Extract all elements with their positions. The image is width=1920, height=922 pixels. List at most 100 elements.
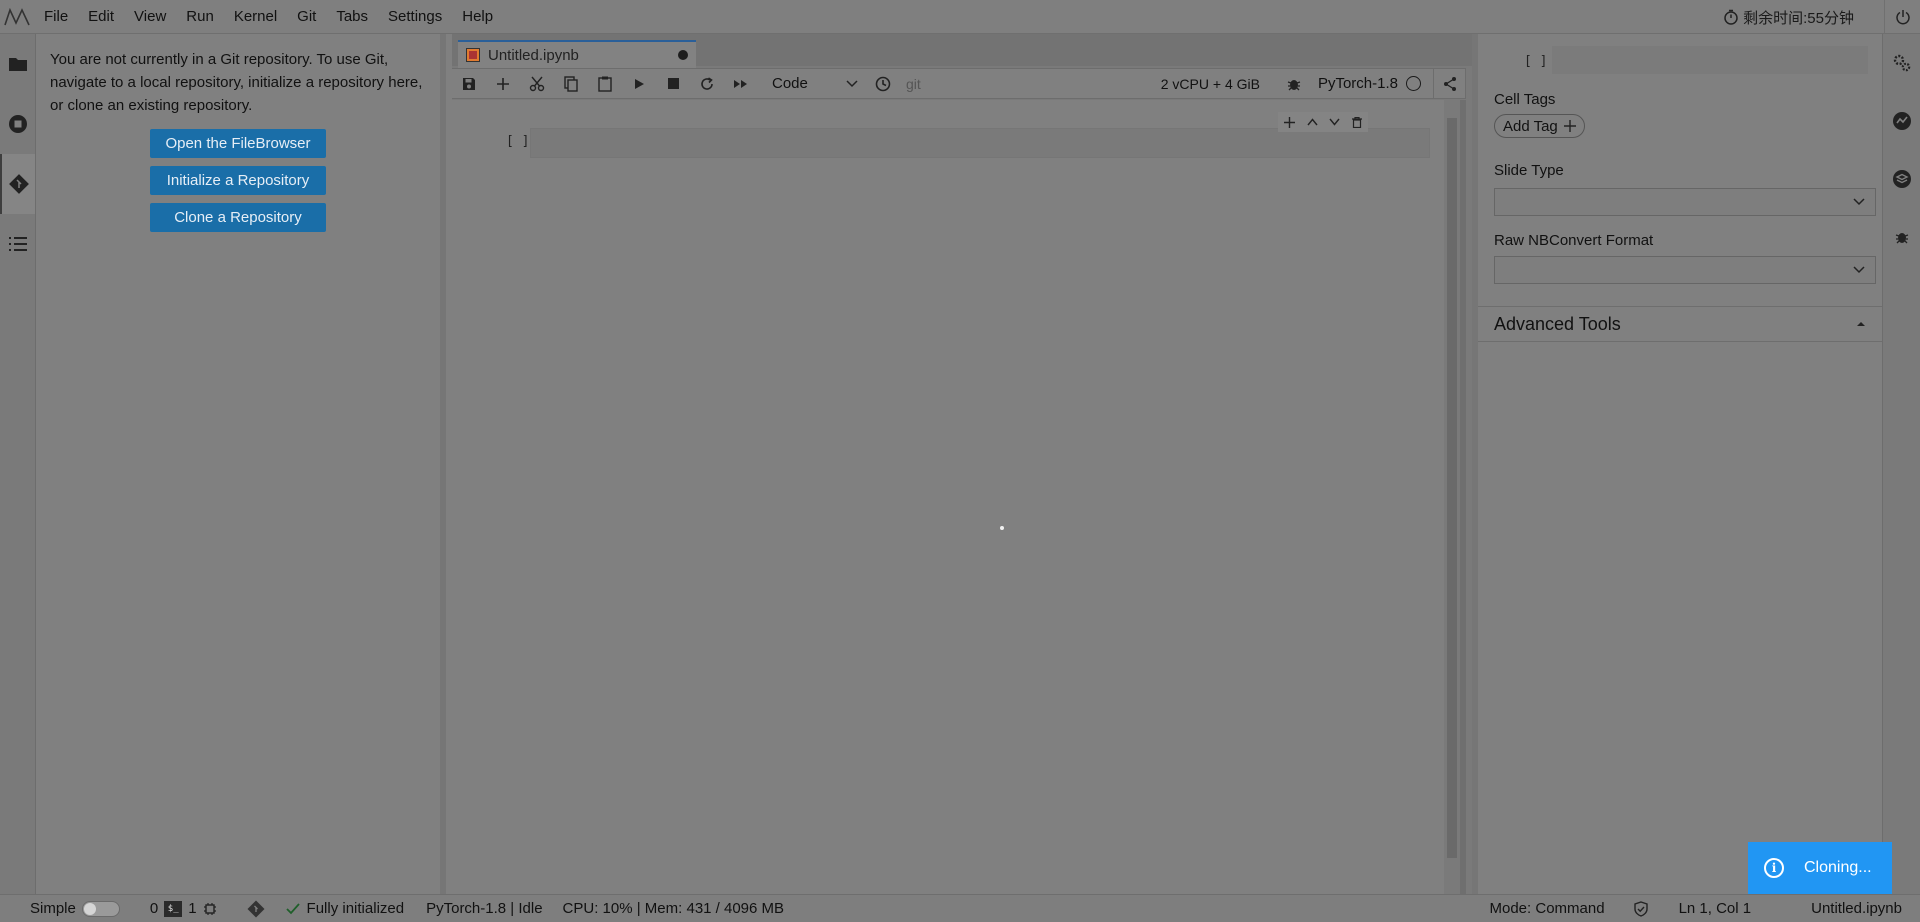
share-button[interactable] bbox=[1433, 68, 1465, 99]
info-icon: i bbox=[1764, 858, 1784, 878]
menu-kernel[interactable]: Kernel bbox=[224, 0, 287, 34]
slide-type-select[interactable] bbox=[1494, 188, 1876, 216]
statusbar: Simple 0 $_ 1 Fully initialized PyTorch-… bbox=[0, 894, 1920, 922]
layers-icon bbox=[1892, 169, 1912, 189]
power-icon bbox=[1895, 9, 1911, 25]
cut-button[interactable] bbox=[520, 68, 554, 99]
git-diff-label[interactable]: git bbox=[900, 76, 921, 92]
resource-spec: 2 vCPU + 4 GiB bbox=[1160, 75, 1260, 92]
menubar: File Edit View Run Kernel Git Tabs Setti… bbox=[0, 0, 1920, 34]
open-filebrowser-button[interactable]: Open the FileBrowser bbox=[150, 129, 326, 158]
bug-icon bbox=[1894, 229, 1910, 245]
kernel-name[interactable]: PyTorch-1.8 bbox=[1318, 75, 1398, 92]
kernel-status-text: PyTorch-1.8 | Idle bbox=[426, 900, 543, 917]
clone-repository-button[interactable]: Clone a Repository bbox=[150, 203, 326, 232]
cursor-position-text: Ln 1, Col 1 bbox=[1678, 900, 1752, 917]
list-icon bbox=[8, 236, 28, 252]
trust-indicator[interactable] bbox=[1623, 900, 1659, 917]
tab-debugger[interactable] bbox=[1883, 208, 1920, 266]
code-cell-input[interactable] bbox=[530, 128, 1430, 158]
git-icon bbox=[247, 900, 265, 918]
menu-help[interactable]: Help bbox=[452, 0, 503, 34]
tab-table-of-contents[interactable] bbox=[0, 214, 35, 274]
inspector-cell-preview bbox=[1552, 46, 1868, 74]
history-button[interactable] bbox=[866, 68, 900, 99]
current-filename: Untitled.ipynb bbox=[1801, 900, 1920, 917]
terminals-status[interactable]: 0 $_ 1 bbox=[130, 900, 227, 917]
initialize-repository-button[interactable]: Initialize a Repository bbox=[150, 166, 326, 195]
copy-button[interactable] bbox=[554, 68, 588, 99]
refresh-icon bbox=[700, 76, 714, 91]
save-icon bbox=[462, 77, 476, 91]
mode-text: Mode: Command bbox=[1489, 900, 1605, 917]
delete-cell-icon[interactable] bbox=[1352, 116, 1363, 128]
git-branch-status[interactable] bbox=[227, 900, 275, 918]
restart-run-all-button[interactable] bbox=[724, 68, 758, 99]
tab-untitled-notebook[interactable]: Untitled.ipynb bbox=[458, 40, 696, 68]
run-button[interactable] bbox=[622, 68, 656, 99]
share-icon bbox=[1442, 76, 1458, 92]
left-sidebar-tabs bbox=[0, 34, 36, 894]
toast-message: Cloning... bbox=[1804, 859, 1872, 876]
paste-button[interactable] bbox=[588, 68, 622, 99]
tab-git[interactable] bbox=[0, 154, 35, 214]
gears-icon bbox=[1892, 53, 1912, 73]
menu-tabs[interactable]: Tabs bbox=[326, 0, 378, 34]
tab-resource-monitor[interactable] bbox=[1883, 92, 1920, 150]
simple-mode[interactable]: Simple bbox=[0, 900, 130, 917]
cursor-position[interactable]: Ln 1, Col 1 bbox=[1659, 900, 1802, 917]
tab-extensions[interactable] bbox=[1883, 150, 1920, 208]
raw-format-label: Raw NBConvert Format bbox=[1494, 232, 1654, 249]
kernel-idle-icon bbox=[1406, 76, 1421, 91]
menu-file[interactable]: File bbox=[34, 0, 78, 34]
notebook-scrollbar[interactable] bbox=[1444, 100, 1460, 894]
cell-type-value: Code bbox=[772, 75, 808, 92]
caret-up-icon bbox=[1856, 321, 1866, 327]
fast-forward-icon bbox=[733, 78, 749, 90]
terminal-icon: $_ bbox=[164, 900, 183, 917]
add-cell-icon[interactable] bbox=[1283, 116, 1295, 128]
terminals-count: 0 bbox=[149, 900, 159, 917]
right-sidebar-tabs bbox=[1882, 34, 1920, 894]
git-message: You are not currently in a Git repositor… bbox=[50, 51, 423, 114]
git-init-status: Fully initialized bbox=[306, 900, 405, 917]
cell-prompt: [ ] bbox=[506, 134, 530, 149]
power-button[interactable] bbox=[1884, 0, 1920, 34]
check-icon bbox=[285, 902, 301, 916]
raw-format-select[interactable] bbox=[1494, 256, 1876, 284]
tab-running[interactable] bbox=[0, 94, 35, 154]
menu-edit[interactable]: Edit bbox=[78, 0, 124, 34]
timer-text: 剩余时间:55分钟 bbox=[1743, 9, 1854, 27]
plus-icon bbox=[1563, 120, 1576, 132]
cloning-toast: i Cloning... bbox=[1748, 842, 1892, 894]
cell-tags-label: Cell Tags bbox=[1494, 91, 1556, 108]
cell-toolbar bbox=[1278, 112, 1368, 132]
advanced-tools-toggle[interactable]: Advanced Tools bbox=[1478, 306, 1882, 342]
slide-type-label: Slide Type bbox=[1494, 162, 1564, 179]
inspector-prompt: [ ] bbox=[1524, 54, 1548, 69]
menu-view[interactable]: View bbox=[124, 0, 176, 34]
move-up-icon[interactable] bbox=[1307, 118, 1318, 126]
tab-file-browser[interactable] bbox=[0, 34, 35, 94]
move-down-icon[interactable] bbox=[1329, 118, 1340, 126]
save-button[interactable] bbox=[452, 68, 486, 99]
plus-icon bbox=[496, 77, 510, 91]
shield-check-icon bbox=[1633, 900, 1649, 917]
scrollbar-thumb[interactable] bbox=[1447, 118, 1457, 858]
copy-icon bbox=[564, 75, 578, 92]
kernel-status[interactable]: PyTorch-1.8 | Idle bbox=[414, 900, 552, 917]
tab-property-inspector[interactable] bbox=[1883, 34, 1920, 92]
restart-button[interactable] bbox=[690, 68, 724, 99]
menu-run[interactable]: Run bbox=[176, 0, 224, 34]
add-tag-button[interactable]: Add Tag bbox=[1494, 114, 1585, 138]
cell-type-select[interactable]: Code bbox=[758, 75, 866, 92]
unsaved-dot-icon[interactable] bbox=[678, 50, 688, 60]
simple-mode-toggle[interactable] bbox=[81, 900, 120, 917]
menu-settings[interactable]: Settings bbox=[378, 0, 452, 34]
insert-cell-button[interactable] bbox=[486, 68, 520, 99]
notebook-panel: Untitled.ipynb Code git 2 vCPU + 4 GiB P… bbox=[452, 34, 1472, 894]
menu-git[interactable]: Git bbox=[287, 0, 326, 34]
debugger-icon[interactable] bbox=[1286, 76, 1302, 92]
interrupt-button[interactable] bbox=[656, 68, 690, 99]
monitor-icon bbox=[1892, 111, 1912, 131]
